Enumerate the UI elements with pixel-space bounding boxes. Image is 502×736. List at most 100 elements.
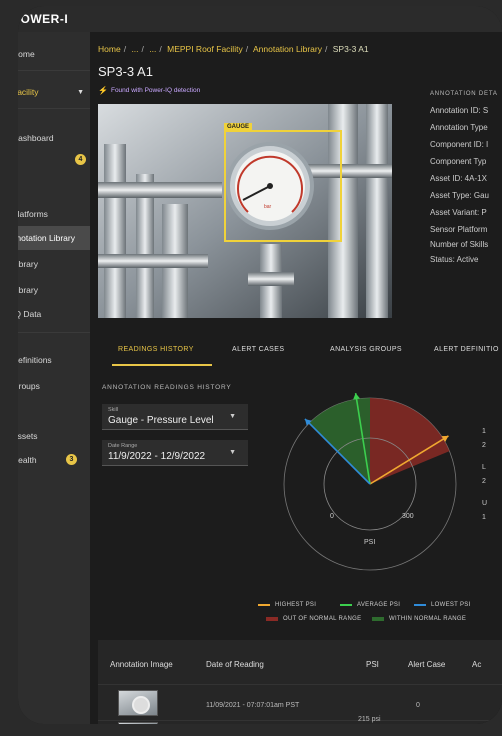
sidebar-item-label: Platforms <box>18 209 48 219</box>
page-title: SP3-3 A1 <box>98 64 153 79</box>
sidebar-item-platforms[interactable]: Platforms <box>18 202 90 226</box>
legend-swatch <box>372 617 384 621</box>
sidebar-item-definitions[interactable]: Definitions <box>18 348 90 372</box>
breadcrumb-home[interactable]: Home <box>98 44 121 54</box>
breadcrumb: Home / ... / ... / MEPPI Roof Facility / Ann… <box>98 44 369 54</box>
side-value: U <box>482 500 488 507</box>
breadcrumb-ellipsis[interactable]: ... <box>131 44 138 54</box>
sidebar-item-label: Facility <box>18 87 39 97</box>
annotation-thumbnail[interactable] <box>118 690 158 716</box>
date-range-label: Date Range <box>108 443 138 449</box>
column-header[interactable]: Date of Reading <box>206 660 264 669</box>
breadcrumb-current: SP3-3 A1 <box>332 44 369 54</box>
legend-swatch <box>340 604 352 606</box>
detection-label: GAUGE <box>224 123 253 131</box>
legend-label: AVERAGE PSI <box>357 602 401 608</box>
tab-bar: READINGS HISTORY ALERT CASES ANALYSIS GR… <box>90 336 502 366</box>
detail-asset-id: Asset ID: 4A-1X <box>430 174 487 183</box>
table-cell-date: 11/09/2021 - 07:07:01am PST <box>206 702 300 709</box>
skill-select[interactable]: Skill Gauge - Pressure Level ▼ <box>102 404 248 430</box>
detail-sensor-platform: Sensor Platform <box>430 225 488 234</box>
sidebar-item-iq-data[interactable]: IQ Data <box>18 302 90 326</box>
app-frame: POWER-I Home Facility ▼ Dashboard 4 Platf… <box>18 6 502 724</box>
annotation-thumbnail[interactable] <box>118 722 158 724</box>
legend-average: AVERAGE PSI <box>340 602 400 608</box>
breadcrumb-facility[interactable]: MEPPI Roof Facility <box>167 44 243 54</box>
breadcrumb-library[interactable]: Annotation Library <box>253 44 322 54</box>
table-cell-alert: 0 <box>416 702 420 709</box>
notification-badge: 3 <box>66 454 77 465</box>
legend-label: OUT OF NORMAL RANGE <box>283 616 362 622</box>
tab-alert-definitions[interactable]: ALERT DEFINITIO <box>434 346 499 353</box>
annotation-image[interactable]: bar GAUGE <box>98 104 392 318</box>
tab-readings-history[interactable]: READINGS HISTORY <box>118 346 194 353</box>
divider <box>18 332 90 333</box>
sidebar-item-dashboard[interactable]: Dashboard <box>18 126 90 150</box>
legend-label: LOWEST PSI <box>431 602 471 608</box>
tab-analysis-groups[interactable]: ANALYSIS GROUPS <box>330 346 402 353</box>
sidebar-item-health[interactable]: Health <box>18 448 90 472</box>
sidebar-item-home[interactable]: Home <box>18 42 90 66</box>
tab-alert-cases[interactable]: ALERT CASES <box>232 346 284 353</box>
detail-component-id: Component ID: I <box>430 140 489 149</box>
psi-gauge-chart: 0 300 PSI <box>283 393 457 571</box>
legend-swatch <box>258 604 270 606</box>
sidebar-item-label: Groups <box>18 381 40 391</box>
readings-section-title: ANNOTATION READINGS HISTORY <box>102 384 232 391</box>
legend-label: HIGHEST PSI <box>275 602 317 608</box>
detail-asset-variant: Asset Variant: P <box>430 208 487 217</box>
sidebar-item-assets[interactable]: Assets <box>18 424 90 448</box>
column-header[interactable]: Ac <box>472 660 481 669</box>
date-range-value: 11/9/2022 - 12/9/2022 <box>108 451 206 462</box>
tick-label-max: 300 <box>402 513 414 520</box>
sidebar-item-label: IQ Data <box>18 309 42 319</box>
side-value: 2 <box>482 442 486 449</box>
breadcrumb-ellipsis[interactable]: ... <box>149 44 156 54</box>
column-header[interactable]: PSI <box>366 660 379 669</box>
lightning-icon: ⚡ <box>98 86 108 95</box>
detail-number-of-skills: Number of Skills <box>430 240 489 249</box>
readings-table: Annotation Image Date of Reading PSI Ale… <box>98 640 502 724</box>
sidebar: Home Facility ▼ Dashboard 4 Platforms Ann… <box>18 32 90 724</box>
column-header[interactable]: Annotation Image <box>110 660 173 669</box>
detail-annotation-type: Annotation Type <box>430 123 488 132</box>
legend-lowest: LOWEST PSI <box>414 602 471 608</box>
table-cell-psi: 215 psi <box>358 716 381 723</box>
sidebar-item-library-2[interactable]: Library <box>18 278 90 302</box>
skill-select-label: Skill <box>108 407 119 413</box>
annotation-details-title: ANNOTATION DETA <box>430 91 498 97</box>
detail-status: Status: Active <box>430 255 479 264</box>
detection-box[interactable] <box>224 130 342 242</box>
detection-note: ⚡ Found with Power-IQ detection <box>98 86 200 95</box>
divider <box>18 70 90 71</box>
divider <box>18 108 90 109</box>
divider <box>98 684 502 685</box>
notification-badge: 4 <box>75 154 86 165</box>
skill-select-value: Gauge - Pressure Level <box>108 415 214 426</box>
app-logo[interactable]: POWER-I <box>18 12 68 26</box>
chevron-down-icon: ▼ <box>77 88 84 96</box>
sidebar-item-library[interactable]: Library <box>18 252 90 276</box>
detection-note-text: Found with Power-IQ detection <box>110 87 201 94</box>
legend-label: WITHIN NORMAL RANGE <box>389 616 467 622</box>
within-normal-range-sector <box>309 398 370 484</box>
sidebar-item-groups[interactable]: Groups <box>18 374 90 398</box>
column-header[interactable]: Alert Case <box>408 660 445 669</box>
active-tab-indicator <box>112 364 212 366</box>
sidebar-item-label: Annotation Library <box>18 233 75 243</box>
side-value: 1 <box>482 428 486 435</box>
chevron-down-icon: ▼ <box>229 413 236 420</box>
sidebar-item-annotation-library[interactable]: Annotation Library <box>18 226 90 250</box>
sidebar-item-label: Health <box>18 455 37 465</box>
sidebar-item-label: Home <box>18 49 35 59</box>
date-range-select[interactable]: Date Range 11/9/2022 - 12/9/2022 ▼ <box>102 440 248 466</box>
out-of-normal-range-sector <box>370 398 450 484</box>
detail-annotation-id: Annotation ID: S <box>430 106 489 115</box>
sidebar-item-label: Library <box>18 259 38 269</box>
gauge-unit-label: PSI <box>364 539 375 546</box>
sidebar-item-facility[interactable]: Facility ▼ <box>18 80 90 104</box>
sidebar-item-label: Dashboard <box>18 133 54 143</box>
legend-within-range: WITHIN NORMAL RANGE <box>372 616 466 622</box>
sidebar-item-label: Assets <box>18 431 38 441</box>
sidebar-item-label: Definitions <box>18 355 52 365</box>
